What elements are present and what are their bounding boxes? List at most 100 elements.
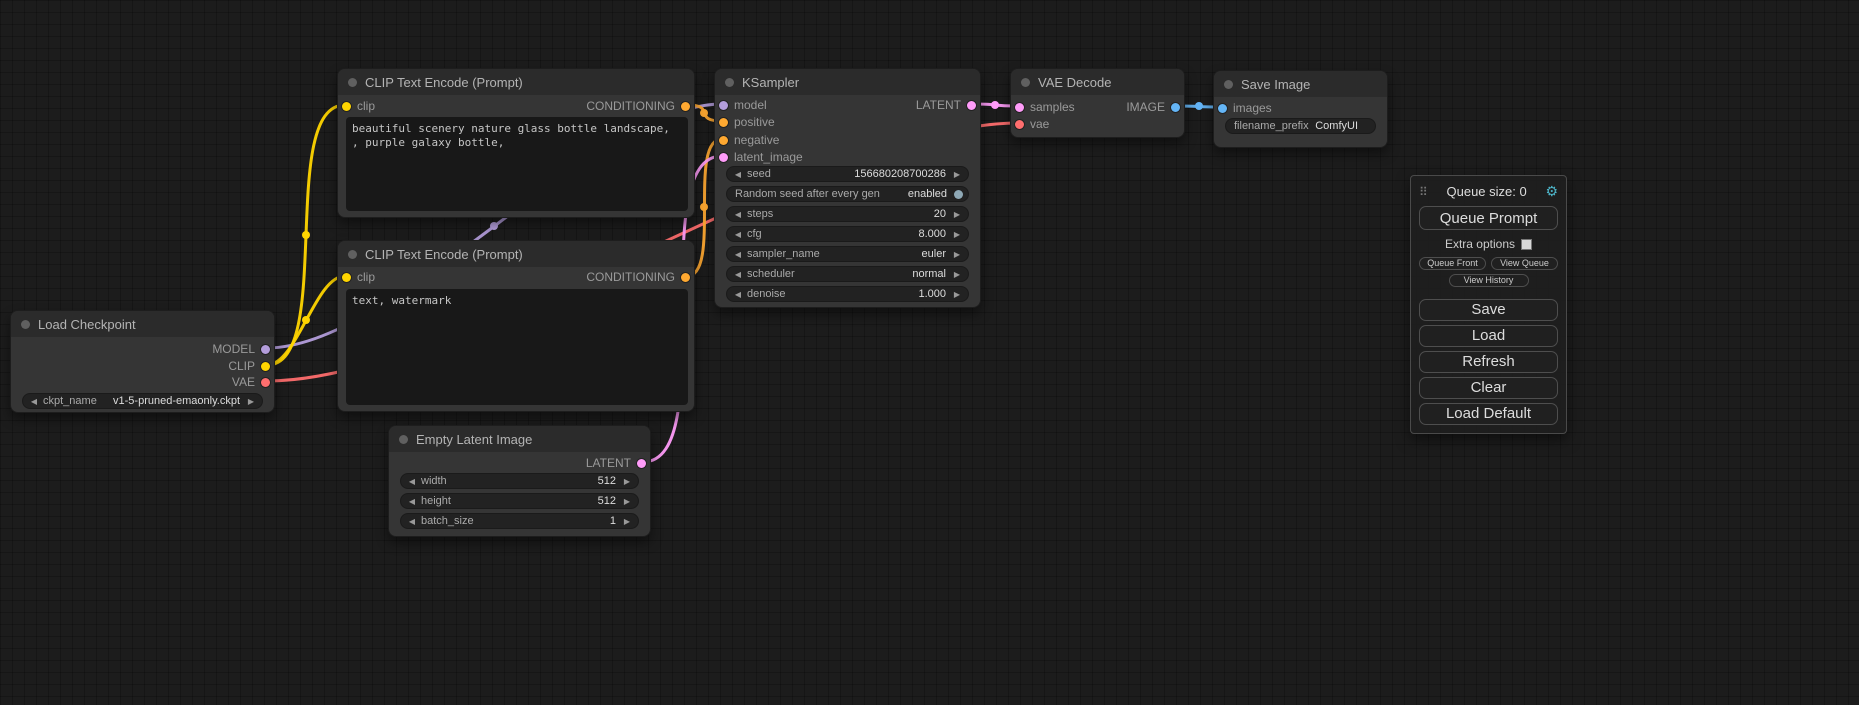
node-title-bar[interactable]: VAE Decode — [1011, 69, 1184, 95]
node-title-bar[interactable]: KSampler — [715, 69, 980, 95]
decrement-arrow-icon[interactable]: ◀ — [406, 477, 418, 486]
decrement-arrow-icon[interactable]: ◀ — [732, 290, 744, 299]
clear-button[interactable]: Clear — [1419, 377, 1558, 399]
collapse-dot-icon[interactable] — [1224, 80, 1233, 89]
load-button[interactable]: Load — [1419, 325, 1558, 347]
port-label: vae — [1030, 117, 1049, 131]
positive-prompt-textarea[interactable]: beautiful scenery nature glass bottle la… — [346, 117, 688, 211]
decrement-arrow-icon[interactable]: ◀ — [732, 230, 744, 239]
port-dot-clip[interactable] — [261, 362, 270, 371]
extra-options-row: Extra options — [1419, 237, 1558, 251]
increment-arrow-icon[interactable]: ▶ — [951, 210, 963, 219]
load-default-button[interactable]: Load Default — [1419, 403, 1558, 425]
decrement-arrow-icon[interactable]: ◀ — [732, 170, 744, 179]
increment-arrow-icon[interactable]: ▶ — [951, 270, 963, 279]
collapse-dot-icon[interactable] — [1021, 78, 1030, 87]
toggle-dot-icon[interactable] — [954, 190, 963, 199]
increment-arrow-icon[interactable]: ▶ — [621, 497, 633, 506]
node-save-image[interactable]: Save Image images filename_prefix ComfyU… — [1213, 70, 1388, 148]
scheduler-widget[interactable]: ◀ scheduler normal ▶ — [726, 266, 969, 282]
collapse-dot-icon[interactable] — [348, 250, 357, 259]
settings-gear-icon[interactable]: ⚙ — [1545, 183, 1558, 200]
port-dot-latent[interactable] — [637, 459, 646, 468]
canvas-grid[interactable]: { "colors": { "model": "#b39ddb", "clip"… — [0, 0, 1859, 705]
view-history-button[interactable]: View History — [1449, 274, 1529, 287]
increment-arrow-icon[interactable]: ▶ — [245, 397, 257, 406]
port-dot-clip[interactable] — [342, 102, 351, 111]
port-dot-model[interactable] — [261, 345, 270, 354]
widget-label: seed — [747, 168, 771, 180]
decrement-arrow-icon[interactable]: ◀ — [732, 210, 744, 219]
increment-arrow-icon[interactable]: ▶ — [951, 170, 963, 179]
node-title-bar[interactable]: CLIP Text Encode (Prompt) — [338, 69, 694, 95]
cfg-widget[interactable]: ◀ cfg 8.000 ▶ — [726, 226, 969, 242]
port-dot-image[interactable] — [1171, 103, 1180, 112]
view-queue-button[interactable]: View Queue — [1491, 257, 1558, 270]
batch-size-widget[interactable]: ◀ batch_size 1 ▶ — [400, 513, 639, 529]
collapse-dot-icon[interactable] — [21, 320, 30, 329]
node-title-bar[interactable]: CLIP Text Encode (Prompt) — [338, 241, 694, 267]
height-widget[interactable]: ◀ height 512 ▶ — [400, 493, 639, 509]
queue-front-button[interactable]: Queue Front — [1419, 257, 1486, 270]
port-dot-vae[interactable] — [1015, 120, 1024, 129]
input-port-images: images — [1218, 101, 1272, 115]
port-dot-vae[interactable] — [261, 378, 270, 387]
port-label: samples — [1030, 100, 1075, 114]
port-dot-conditioning[interactable] — [719, 136, 728, 145]
port-dot-model[interactable] — [719, 101, 728, 110]
link-midpoint-dot — [302, 231, 310, 239]
filename-prefix-widget[interactable]: filename_prefix ComfyUI — [1225, 118, 1376, 134]
collapse-dot-icon[interactable] — [399, 435, 408, 444]
sampler-name-widget[interactable]: ◀ sampler_name euler ▶ — [726, 246, 969, 262]
port-dot-latent[interactable] — [719, 153, 728, 162]
increment-arrow-icon[interactable]: ▶ — [951, 230, 963, 239]
ckpt-name-widget[interactable]: ◀ ckpt_name v1-5-pruned-emaonly.ckpt ▶ — [22, 393, 263, 409]
node-title-bar[interactable]: Empty Latent Image — [389, 426, 650, 452]
port-dot-latent[interactable] — [1015, 103, 1024, 112]
output-port-conditioning: CONDITIONING — [586, 270, 690, 284]
node-empty-latent-image[interactable]: Empty Latent Image LATENT ◀ width 512 ▶ … — [388, 425, 651, 537]
port-dot-image[interactable] — [1218, 104, 1227, 113]
increment-arrow-icon[interactable]: ▶ — [951, 250, 963, 259]
decrement-arrow-icon[interactable]: ◀ — [732, 270, 744, 279]
widget-value: normal — [912, 268, 946, 280]
queue-prompt-button[interactable]: Queue Prompt — [1419, 206, 1558, 230]
collapse-dot-icon[interactable] — [725, 78, 734, 87]
save-button[interactable]: Save — [1419, 299, 1558, 321]
node-title-bar[interactable]: Load Checkpoint — [11, 311, 274, 337]
increment-arrow-icon[interactable]: ▶ — [621, 477, 633, 486]
negative-prompt-textarea[interactable]: text, watermark — [346, 289, 688, 405]
increment-arrow-icon[interactable]: ▶ — [621, 517, 633, 526]
decrement-arrow-icon[interactable]: ◀ — [28, 397, 40, 406]
port-dot-conditioning[interactable] — [681, 273, 690, 282]
steps-widget[interactable]: ◀ steps 20 ▶ — [726, 206, 969, 222]
node-clip-text-encode-positive[interactable]: CLIP Text Encode (Prompt) clip CONDITION… — [337, 68, 695, 218]
width-widget[interactable]: ◀ width 512 ▶ — [400, 473, 639, 489]
node-title-bar[interactable]: Save Image — [1214, 71, 1387, 97]
decrement-arrow-icon[interactable]: ◀ — [406, 517, 418, 526]
node-ksampler[interactable]: KSampler model positive negative latent_… — [714, 68, 981, 308]
random-seed-widget[interactable]: Random seed after every gen enabled — [726, 186, 969, 202]
widget-label: Random seed after every gen — [735, 188, 880, 200]
port-dot-conditioning[interactable] — [719, 118, 728, 127]
drag-handle-icon[interactable]: ⠿ — [1419, 185, 1428, 199]
increment-arrow-icon[interactable]: ▶ — [951, 290, 963, 299]
port-label: positive — [734, 115, 775, 129]
queue-size-label: Queue size: 0 — [1428, 184, 1546, 199]
node-title: CLIP Text Encode (Prompt) — [365, 75, 523, 90]
node-vae-decode[interactable]: VAE Decode samples vae IMAGE — [1010, 68, 1185, 138]
node-load-checkpoint[interactable]: Load Checkpoint MODEL CLIP VAE ◀ ckpt_na… — [10, 310, 275, 413]
seed-widget[interactable]: ◀ seed 156680208700286 ▶ — [726, 166, 969, 182]
collapse-dot-icon[interactable] — [348, 78, 357, 87]
extra-options-checkbox[interactable] — [1521, 239, 1532, 250]
decrement-arrow-icon[interactable]: ◀ — [406, 497, 418, 506]
node-clip-text-encode-negative[interactable]: CLIP Text Encode (Prompt) clip CONDITION… — [337, 240, 695, 412]
port-label: CONDITIONING — [586, 99, 675, 113]
port-dot-conditioning[interactable] — [681, 102, 690, 111]
input-port-latent-image: latent_image — [719, 150, 803, 164]
refresh-button[interactable]: Refresh — [1419, 351, 1558, 373]
port-dot-latent[interactable] — [967, 101, 976, 110]
decrement-arrow-icon[interactable]: ◀ — [732, 250, 744, 259]
denoise-widget[interactable]: ◀ denoise 1.000 ▶ — [726, 286, 969, 302]
port-dot-clip[interactable] — [342, 273, 351, 282]
